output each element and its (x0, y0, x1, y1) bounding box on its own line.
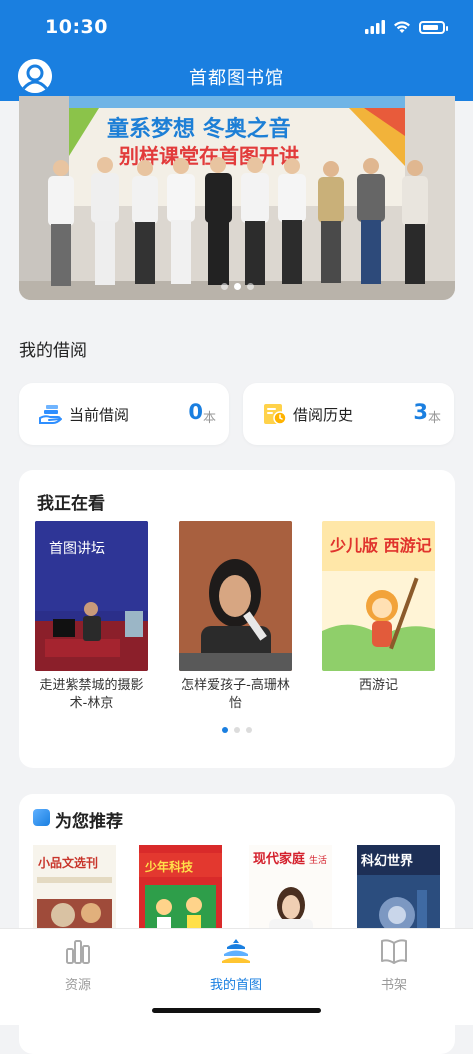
bar-chart-icon (66, 940, 90, 964)
borrow-history-card[interactable]: 借阅历史 3 本 (243, 383, 454, 445)
banner-headline-1: 童系梦想 冬奥之音 (107, 116, 291, 142)
magazine-cover-text: 小品文选刊 (38, 855, 98, 870)
book-cover-text: 首图讲坛 (49, 541, 105, 557)
reading-now-title: 我正在看 (37, 494, 105, 514)
banner-dot[interactable] (246, 283, 254, 290)
status-bar: 10:30 (0, 0, 473, 54)
banner-dot[interactable] (233, 283, 241, 290)
open-book-icon (381, 939, 407, 964)
book-title: 走进紫禁城的摄影术-林京 (39, 678, 144, 711)
book-item[interactable]: 怎样爱孩子-高珊林怡 (179, 521, 292, 713)
recommend-title: 为您推荐 (55, 812, 123, 832)
temple-roof-icon (222, 939, 250, 963)
tab-resources[interactable]: 资源 (18, 937, 138, 993)
app-header: 10:30 首都图书馆 (0, 0, 473, 101)
tab-my-library[interactable]: 我的首图 (176, 937, 296, 993)
banner-pagination[interactable] (19, 283, 455, 290)
hand-book-icon (39, 405, 62, 424)
reading-now-card: 我正在看 首图讲坛 走进紫禁城的摄影术-林京 怎样爱孩子-高珊林怡 少儿版 西游… (19, 470, 455, 768)
tab-bookshelf[interactable]: 书架 (334, 937, 454, 993)
status-time: 10:30 (45, 16, 108, 38)
current-borrow-card[interactable]: 当前借阅 0 本 (19, 383, 229, 445)
promo-banner[interactable]: 童系梦想 冬奥之音 别样课堂在首图开讲 (19, 96, 455, 300)
reading-pagination[interactable] (19, 727, 455, 733)
banner-dot[interactable] (220, 283, 228, 290)
current-borrow-unit: 本 (202, 411, 216, 426)
book-cover (179, 521, 292, 671)
book-item[interactable]: 少儿版 西游记 西游记 (322, 521, 435, 695)
status-icons (365, 16, 448, 38)
borrow-history-count: 3 (413, 400, 428, 424)
cellular-signal-icon (365, 20, 385, 34)
book-cover: 少儿版 西游记 (322, 521, 435, 671)
magazine-cover-text: 科幻世界 (361, 853, 413, 869)
book-item[interactable]: 首图讲坛 走进紫禁城的摄影术-林京 (35, 521, 148, 713)
page-title: 首都图书馆 (189, 68, 284, 89)
wifi-icon (394, 21, 410, 33)
book-title: 西游记 (358, 678, 398, 693)
battery-icon (419, 20, 448, 34)
magazine-cover-text: 现代家庭 (253, 851, 306, 867)
book-title: 怎样爱孩子-高珊林怡 (181, 678, 290, 711)
pager-dot[interactable] (246, 727, 252, 733)
borrow-history-label: 借阅历史 (293, 406, 354, 424)
home-indicator (152, 1008, 321, 1013)
current-borrow-count: 0 (188, 400, 203, 424)
tab-label: 书架 (380, 978, 407, 993)
pager-dot[interactable] (234, 727, 240, 733)
tab-label: 我的首图 (209, 978, 262, 993)
book-cover: 首图讲坛 (35, 521, 148, 671)
my-borrow-title: 我的借阅 (19, 341, 87, 361)
banner-photo: 童系梦想 冬奥之音 别样课堂在首图开讲 (19, 96, 455, 300)
current-borrow-label: 当前借阅 (69, 406, 130, 424)
magazine-cover-text: 少年科技 (144, 859, 194, 874)
battery-level (423, 24, 438, 30)
tab-label: 资源 (64, 978, 91, 993)
pager-dot[interactable] (222, 727, 228, 733)
book-cover-text: 少儿版 西游记 (329, 536, 432, 555)
recommend-square-icon (33, 809, 50, 826)
borrow-history-unit: 本 (427, 411, 441, 426)
history-list-icon (264, 404, 287, 425)
magazine-subtitle: 生活 (309, 854, 327, 866)
